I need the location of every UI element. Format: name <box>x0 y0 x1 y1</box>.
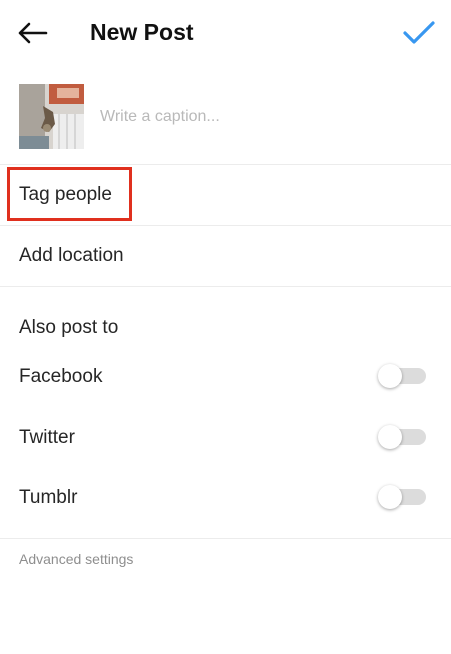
advanced-settings-link[interactable]: Advanced settings <box>19 550 133 568</box>
photo-thumbnail[interactable] <box>19 84 84 149</box>
post-composer <box>0 74 451 164</box>
tag-people-row[interactable]: Tag people <box>0 165 451 225</box>
share-row-tumblr: Tumblr <box>0 473 451 523</box>
arrow-left-icon <box>18 22 48 44</box>
add-location-row[interactable]: Add location <box>0 226 451 286</box>
share-row-twitter: Twitter <box>0 413 451 463</box>
caption-input[interactable] <box>96 104 434 130</box>
twitter-toggle[interactable] <box>378 425 426 449</box>
tumblr-label: Tumblr <box>19 487 78 508</box>
checkmark-icon <box>403 21 435 44</box>
also-post-to-heading: Also post to <box>19 317 119 338</box>
tumblr-toggle[interactable] <box>378 485 426 509</box>
toggle-knob <box>378 485 402 509</box>
share-confirm-button[interactable] <box>399 16 439 50</box>
twitter-label: Twitter <box>19 427 75 448</box>
divider <box>0 538 451 539</box>
page-title: New Post <box>90 19 194 45</box>
tag-people-label: Tag people <box>19 184 112 205</box>
facebook-toggle[interactable] <box>378 364 426 388</box>
top-bar: New Post <box>0 0 451 66</box>
share-row-facebook: Facebook <box>0 352 451 402</box>
toggle-knob <box>378 425 402 449</box>
toggle-knob <box>378 364 402 388</box>
add-location-label: Add location <box>19 245 124 266</box>
facebook-label: Facebook <box>19 366 103 387</box>
photo-thumbnail-image <box>19 84 84 149</box>
back-button[interactable] <box>14 18 50 48</box>
divider <box>0 286 451 287</box>
